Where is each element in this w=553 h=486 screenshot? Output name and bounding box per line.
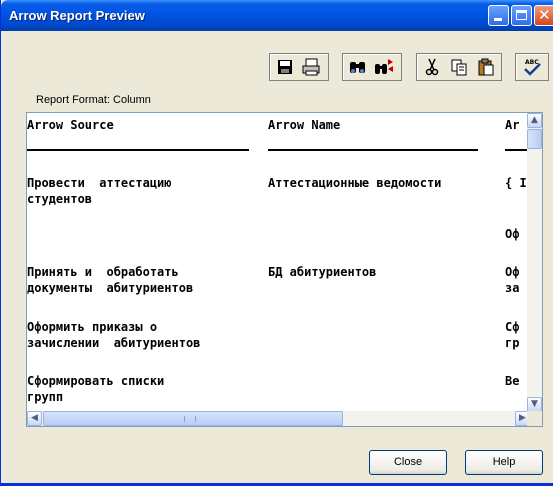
table-cell-name: БД абитуриентов xyxy=(268,265,377,279)
report-preview-area[interactable]: Arrow Source Arrow Name Ar Провести атте… xyxy=(26,112,543,427)
scroll-down-button[interactable]: ▼ xyxy=(527,397,542,412)
floppy-disk-icon xyxy=(278,60,292,74)
spellcheck-icon: ABC xyxy=(524,59,541,76)
toolbar: ABC xyxy=(1,53,553,83)
vertical-scrollbar[interactable]: ▲ ▼ xyxy=(527,113,542,412)
header-underline xyxy=(268,149,478,151)
chevron-left-icon: ◀ xyxy=(31,413,38,423)
table-cell-third: Сф гр xyxy=(505,320,520,350)
table-cell-source: Сформировать списки групп xyxy=(27,374,165,404)
vertical-scroll-thumb[interactable] xyxy=(527,129,542,149)
column-header-arrow-source: Arrow Source xyxy=(27,118,114,132)
scroll-left-button[interactable]: ◀ xyxy=(27,411,42,426)
binoculars-replace-icon xyxy=(375,59,393,74)
table-cell-third: Оф xyxy=(505,227,520,241)
save-button[interactable] xyxy=(274,56,296,78)
table-cell-source: Провести аттестацию студентов xyxy=(27,176,172,206)
toolbar-group-search xyxy=(342,53,402,81)
svg-text:ABC: ABC xyxy=(525,59,539,66)
scroll-up-button[interactable]: ▲ xyxy=(527,113,542,128)
print-button[interactable] xyxy=(300,56,322,78)
close-button[interactable]: Close xyxy=(369,450,447,475)
toolbar-group-file xyxy=(269,53,329,81)
scrollbar-corner xyxy=(527,411,542,426)
clipboard-icon xyxy=(478,58,494,76)
table-cell-source: Оформить приказы о зачислении абитуриент… xyxy=(27,320,201,350)
window-title: Arrow Report Preview xyxy=(9,8,145,23)
close-icon: ✕ xyxy=(538,6,551,24)
close-window-button[interactable]: ✕ xyxy=(534,5,553,26)
report-content: Arrow Source Arrow Name Ar Провести атте… xyxy=(27,113,530,412)
report-preview-window: Arrow Report Preview ✕ ABC Report Format… xyxy=(0,0,553,486)
title-bar[interactable]: Arrow Report Preview ✕ xyxy=(1,0,553,31)
scroll-grip-icon xyxy=(184,416,196,422)
scissors-icon xyxy=(425,58,439,76)
table-cell-third: Ве xyxy=(505,374,520,388)
chevron-down-icon: ▼ xyxy=(531,399,538,409)
horizontal-scrollbar[interactable]: ◀ ▶ xyxy=(27,411,530,426)
column-header-third: Ar xyxy=(505,118,520,132)
table-cell-third: Оф за xyxy=(505,265,520,295)
table-cell-source: Принять и обработать документы абитуриен… xyxy=(27,265,194,295)
chevron-up-icon: ▲ xyxy=(531,115,538,125)
maximize-icon xyxy=(516,10,527,20)
table-cell-third: { I xyxy=(505,176,527,190)
find-replace-button[interactable] xyxy=(373,56,395,78)
cut-button[interactable] xyxy=(421,56,443,78)
spellcheck-button[interactable]: ABC xyxy=(521,56,543,78)
column-header-arrow-name: Arrow Name xyxy=(268,118,341,132)
binoculars-icon xyxy=(350,62,365,73)
report-format-label: Report Format: Column xyxy=(36,94,151,106)
find-button[interactable] xyxy=(347,56,369,78)
minimize-button[interactable] xyxy=(488,5,509,26)
help-button[interactable]: Help xyxy=(465,450,543,475)
paste-button[interactable] xyxy=(475,56,497,78)
horizontal-scroll-thumb[interactable] xyxy=(43,411,343,426)
toolbar-group-clipboard xyxy=(416,53,502,81)
table-cell-name: Аттестационные ведомости xyxy=(268,176,442,190)
minimize-icon xyxy=(494,18,502,21)
copy-icon xyxy=(451,59,467,76)
maximize-button[interactable] xyxy=(511,5,532,26)
header-underline xyxy=(27,149,249,151)
copy-button[interactable] xyxy=(448,56,470,78)
toolbar-group-spelling: ABC xyxy=(515,53,549,81)
printer-icon xyxy=(302,58,320,76)
